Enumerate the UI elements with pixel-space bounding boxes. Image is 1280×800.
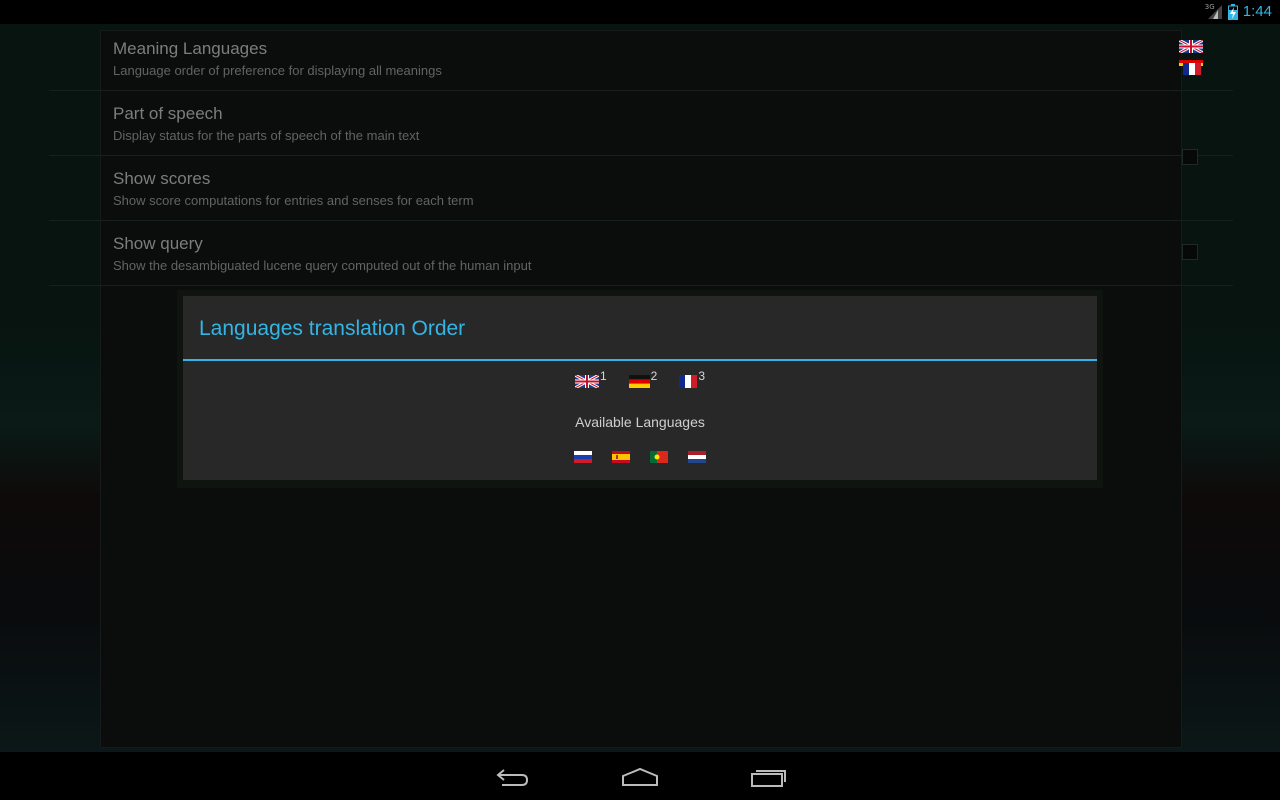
ordered-languages: 1 2 3	[183, 369, 1097, 388]
pref-show-query[interactable]: Show query Show the desambiguated lucene…	[101, 226, 1198, 290]
flag-pt-icon[interactable]	[650, 451, 668, 463]
pref-summary: Display status for the parts of speech o…	[113, 128, 420, 143]
divider	[49, 90, 1233, 91]
home-button[interactable]	[620, 764, 660, 790]
navigation-bar	[0, 752, 1280, 800]
pref-summary: Show the desambiguated lucene query comp…	[113, 258, 532, 273]
dialog-title-divider	[183, 359, 1097, 361]
flag-gb-icon	[574, 375, 599, 388]
order-number: 3	[698, 369, 706, 383]
pref-meaning-languages[interactable]: Meaning Languages Language order of pref…	[101, 31, 1203, 95]
home-icon	[622, 767, 658, 786]
flag-nl-icon[interactable]	[688, 451, 706, 463]
flag-de-icon	[628, 375, 650, 388]
signal-icon: 3G	[1205, 3, 1223, 20]
flag-ru-icon[interactable]	[574, 451, 592, 463]
ordered-language-de[interactable]: 2	[628, 369, 658, 388]
ordered-language-fr[interactable]: 3	[679, 369, 705, 388]
show-query-checkbox[interactable]	[1182, 244, 1198, 260]
pref-part-of-speech[interactable]: Part of speech Display status for the pa…	[101, 96, 1181, 160]
battery-charging-icon	[1227, 3, 1238, 20]
pref-title: Meaning Languages	[113, 39, 268, 58]
order-number: 1	[599, 369, 607, 383]
meaning-languages-flags	[1179, 40, 1203, 75]
recent-apps-icon	[751, 770, 786, 787]
back-button[interactable]	[492, 764, 532, 790]
pref-title: Show query	[113, 234, 203, 253]
available-languages	[183, 451, 1097, 463]
divider	[49, 285, 1233, 286]
divider	[49, 220, 1233, 221]
available-languages-label: Available Languages	[575, 414, 705, 430]
divider	[49, 155, 1233, 156]
recent-apps-button[interactable]	[748, 764, 788, 790]
pref-summary: Language order of preference for display…	[113, 63, 442, 78]
status-bar: 3G 1:44	[0, 0, 1280, 24]
show-scores-checkbox[interactable]	[1182, 149, 1198, 165]
pref-title: Show scores	[113, 169, 211, 188]
pref-show-scores[interactable]: Show scores Show score computations for …	[101, 149, 1198, 225]
clock: 1:44	[1242, 3, 1272, 20]
status-icons: 3G 1:44	[1205, 3, 1272, 20]
languages-order-dialog: Languages translation Order 1 2 3 Availa…	[183, 296, 1097, 480]
flag-de-fr-icon	[1179, 57, 1203, 75]
flag-gb-icon	[1179, 40, 1203, 53]
back-icon	[496, 769, 529, 786]
flag-fr-icon	[679, 375, 698, 388]
ordered-language-gb[interactable]: 1	[574, 369, 607, 388]
pref-title: Part of speech	[113, 104, 223, 123]
pref-summary: Show score computations for entries and …	[113, 193, 474, 208]
order-number: 2	[650, 369, 658, 383]
flag-es-icon[interactable]	[612, 451, 630, 463]
dialog-title: Languages translation Order	[199, 317, 466, 340]
